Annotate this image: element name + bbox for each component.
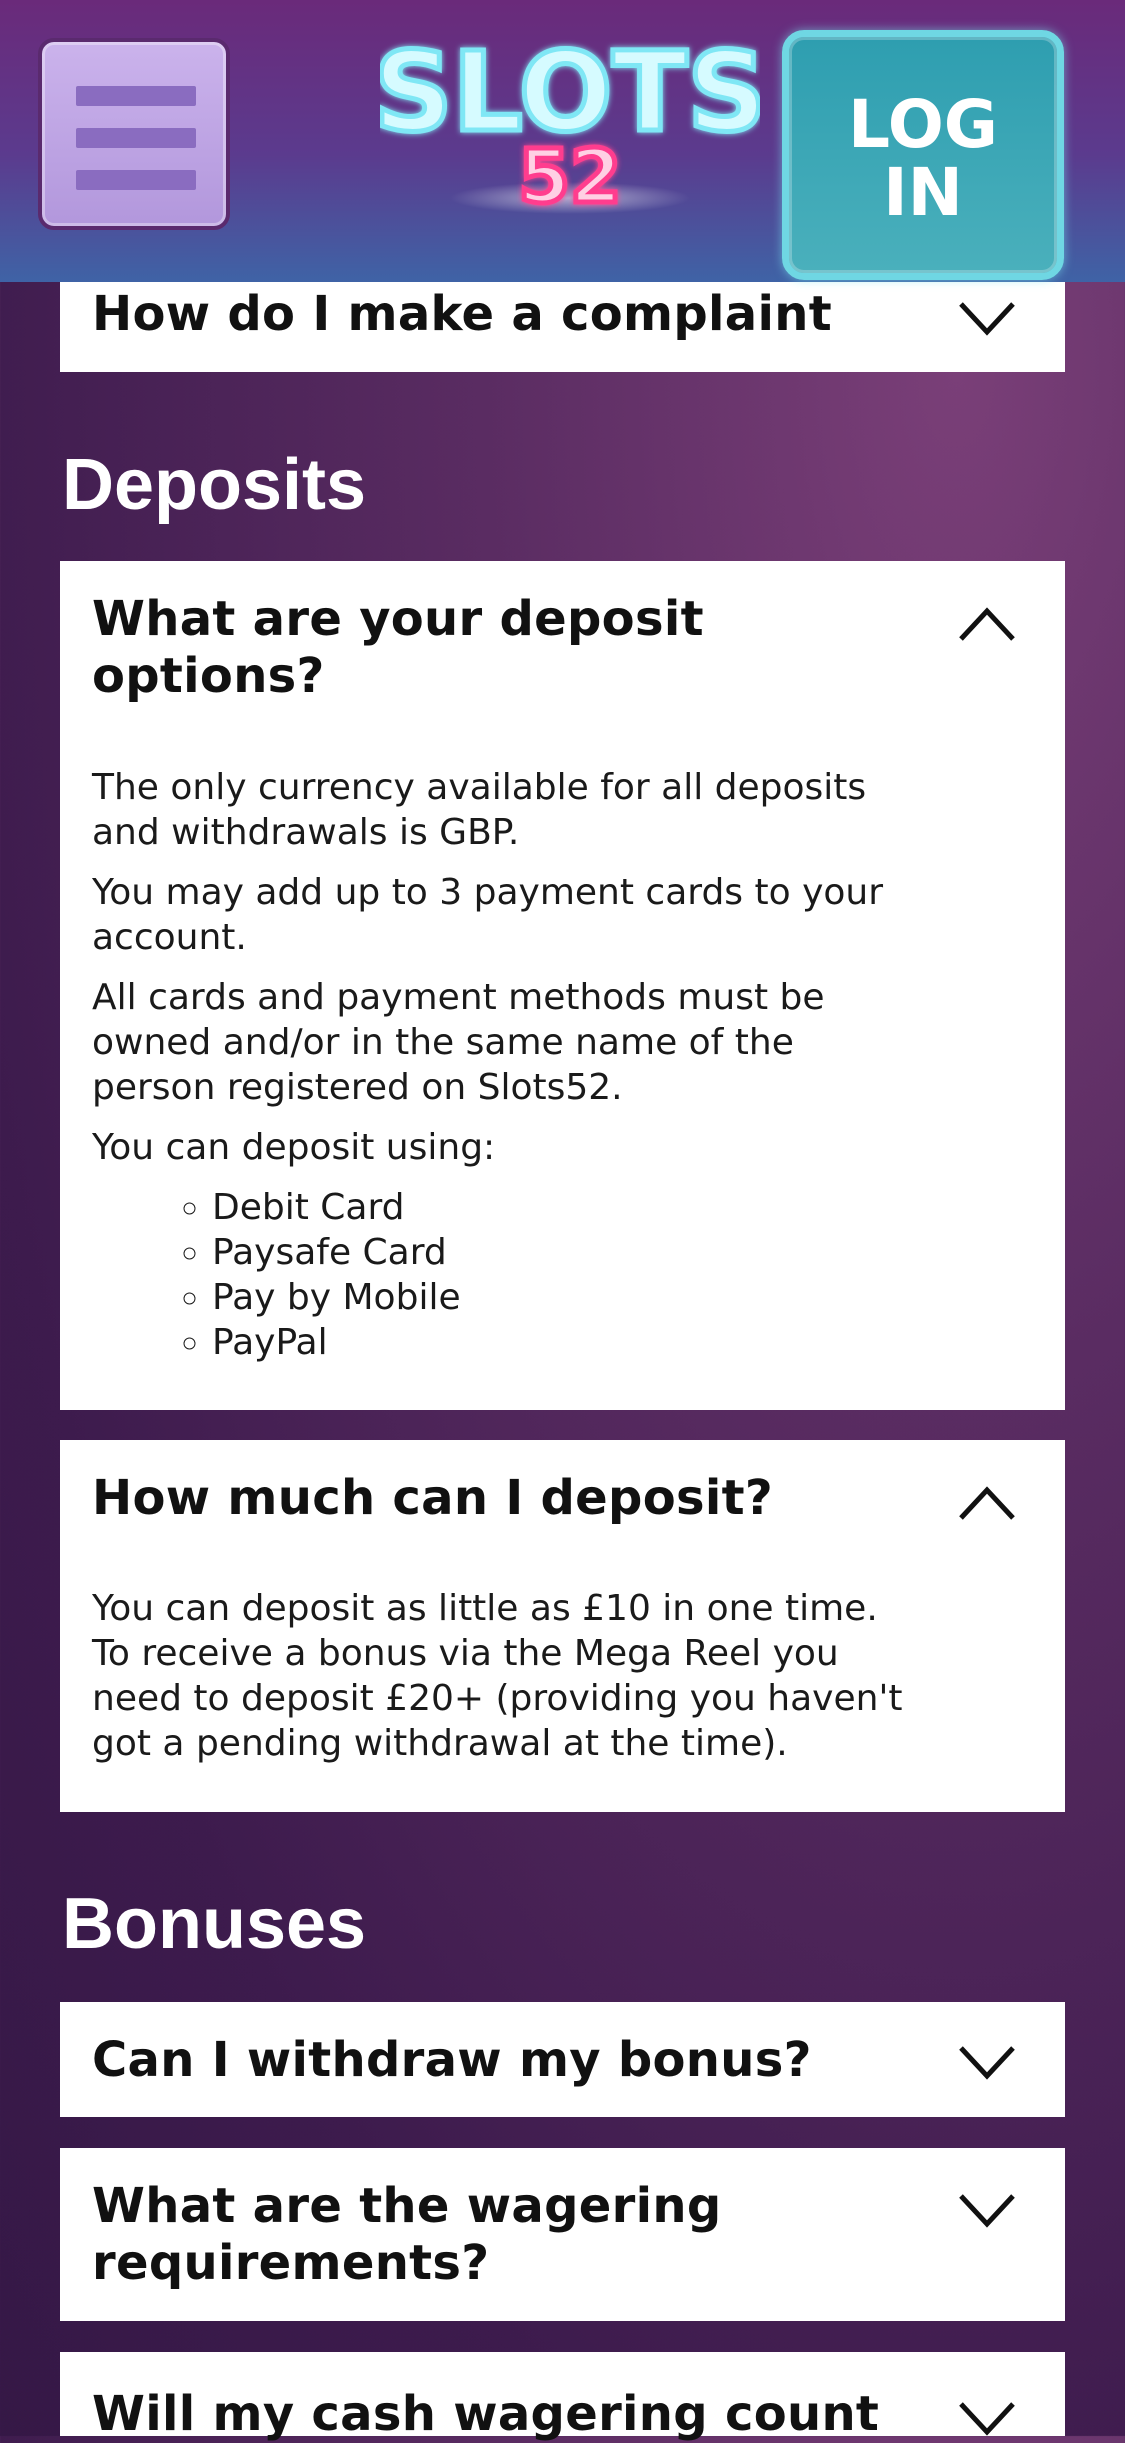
deposit-methods-list: Debit Card Paysafe Card Pay by Mobile Pa… [92, 1185, 922, 1365]
login-label-line1: LOG [848, 86, 998, 163]
faq-question: How do I make a complaint [92, 286, 832, 342]
faq-item-cash-wagering[interactable]: Will my cash wagering count [60, 2352, 1065, 2442]
slots52-logo[interactable]: SLOTS 52 [380, 30, 760, 220]
faq-item-withdraw-bonus[interactable]: Can I withdraw my bonus? [60, 2002, 1065, 2117]
faq-item-wagering-requirements[interactable]: What are the wagering requirements? [60, 2148, 1065, 2321]
login-label-line2: IN [883, 154, 963, 231]
menu-bar [76, 128, 196, 148]
faq-question: What are the wagering requirements? [92, 2178, 722, 2291]
faq-answer: You can deposit as little as £10 in one … [92, 1586, 922, 1781]
section-heading-deposits: Deposits [62, 445, 367, 525]
faq-question: How much can I deposit? [92, 1470, 773, 1526]
list-item: PayPal [212, 1320, 922, 1365]
chevron-down-icon[interactable] [957, 2042, 1017, 2082]
list-item: Paysafe Card [212, 1230, 922, 1275]
logo-number: 52 [519, 134, 622, 220]
chevron-up-icon[interactable] [957, 1484, 1017, 1524]
faq-question: What are your deposit options? [92, 591, 704, 704]
answer-paragraph: You can deposit using: [92, 1127, 496, 1168]
menu-bar [76, 86, 196, 106]
faq-item-deposit-amount[interactable]: How much can I deposit? You can deposit … [60, 1440, 1065, 1812]
hamburger-menu-button[interactable] [38, 38, 230, 230]
faq-question: Can I withdraw my bonus? [92, 2032, 812, 2088]
list-item: Debit Card [212, 1185, 922, 1230]
answer-paragraph: All cards and payment methods must be ow… [92, 977, 825, 1108]
login-button[interactable]: LOG IN [782, 30, 1064, 280]
chevron-down-icon[interactable] [957, 298, 1017, 338]
faq-answer: The only currency available for all depo… [92, 765, 922, 1365]
menu-bar [76, 170, 196, 190]
list-item: Pay by Mobile [212, 1275, 922, 1320]
top-header: SLOTS 52 LOG IN [0, 0, 1125, 282]
chevron-down-icon[interactable] [957, 2190, 1017, 2230]
faq-question: Will my cash wagering count [92, 2386, 880, 2442]
answer-paragraph: You can deposit as little as £10 in one … [92, 1588, 903, 1764]
chevron-down-icon[interactable] [957, 2398, 1017, 2438]
chevron-up-icon[interactable] [957, 605, 1017, 645]
answer-paragraph: The only currency available for all depo… [92, 767, 867, 853]
section-heading-bonuses: Bonuses [62, 1884, 367, 1964]
answer-paragraph: You may add up to 3 payment cards to you… [92, 872, 884, 958]
faq-item-deposit-options[interactable]: What are your deposit options? The only … [60, 561, 1065, 1410]
